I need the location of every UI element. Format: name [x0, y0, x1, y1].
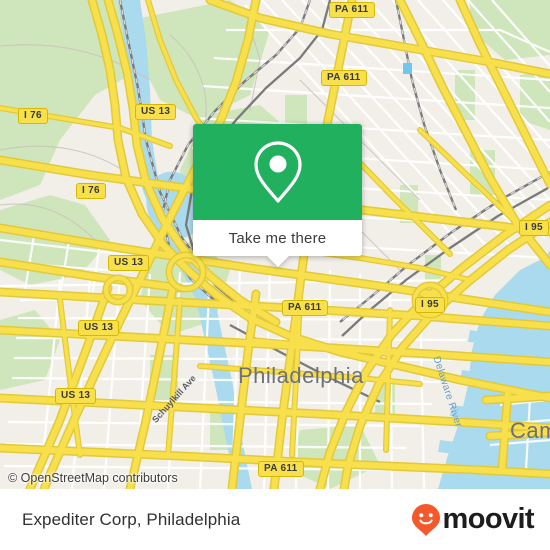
- map-pin-icon: [250, 138, 306, 206]
- shield-11[interactable]: PA 611: [258, 461, 304, 477]
- shield-6[interactable]: US 13: [108, 255, 150, 271]
- city-label-camden: Cam: [510, 418, 550, 443]
- shield-9[interactable]: US 13: [78, 320, 120, 336]
- screenshot-root: PA 611 PA 611 I 76 US 13 I 76 I 95 US 13…: [0, 0, 550, 550]
- callout-button-panel[interactable]: Take me there: [193, 220, 362, 267]
- moovit-smiley-pin-icon: [411, 503, 441, 537]
- shield-3[interactable]: US 13: [135, 104, 177, 120]
- shield-8[interactable]: I 95: [415, 297, 445, 313]
- city-label-philadelphia: Philadelphia: [238, 363, 364, 388]
- callout-green-panel: [193, 124, 362, 220]
- callout-pointer-tail: [266, 256, 289, 267]
- shield-0[interactable]: PA 611: [329, 2, 375, 18]
- shield-5[interactable]: I 95: [519, 220, 549, 236]
- place-title: Expediter Corp, Philadelphia: [22, 509, 241, 529]
- moovit-wordmark: moovit: [442, 503, 535, 535]
- take-me-there-callout[interactable]: Take me there: [193, 124, 362, 267]
- footer-bar: Expediter Corp, Philadelphia moovit: [0, 489, 550, 550]
- shield-1[interactable]: PA 611: [321, 70, 367, 86]
- shield-4[interactable]: I 76: [76, 183, 106, 199]
- osm-attribution[interactable]: © OpenStreetMap contributors: [8, 471, 178, 485]
- moovit-brand[interactable]: moovit: [411, 503, 535, 537]
- take-me-there-label: Take me there: [228, 229, 327, 247]
- map-building-highlight: [403, 63, 412, 74]
- shield-7[interactable]: PA 611: [282, 300, 328, 316]
- shield-10[interactable]: US 13: [55, 388, 97, 404]
- shield-2[interactable]: I 76: [18, 108, 48, 124]
